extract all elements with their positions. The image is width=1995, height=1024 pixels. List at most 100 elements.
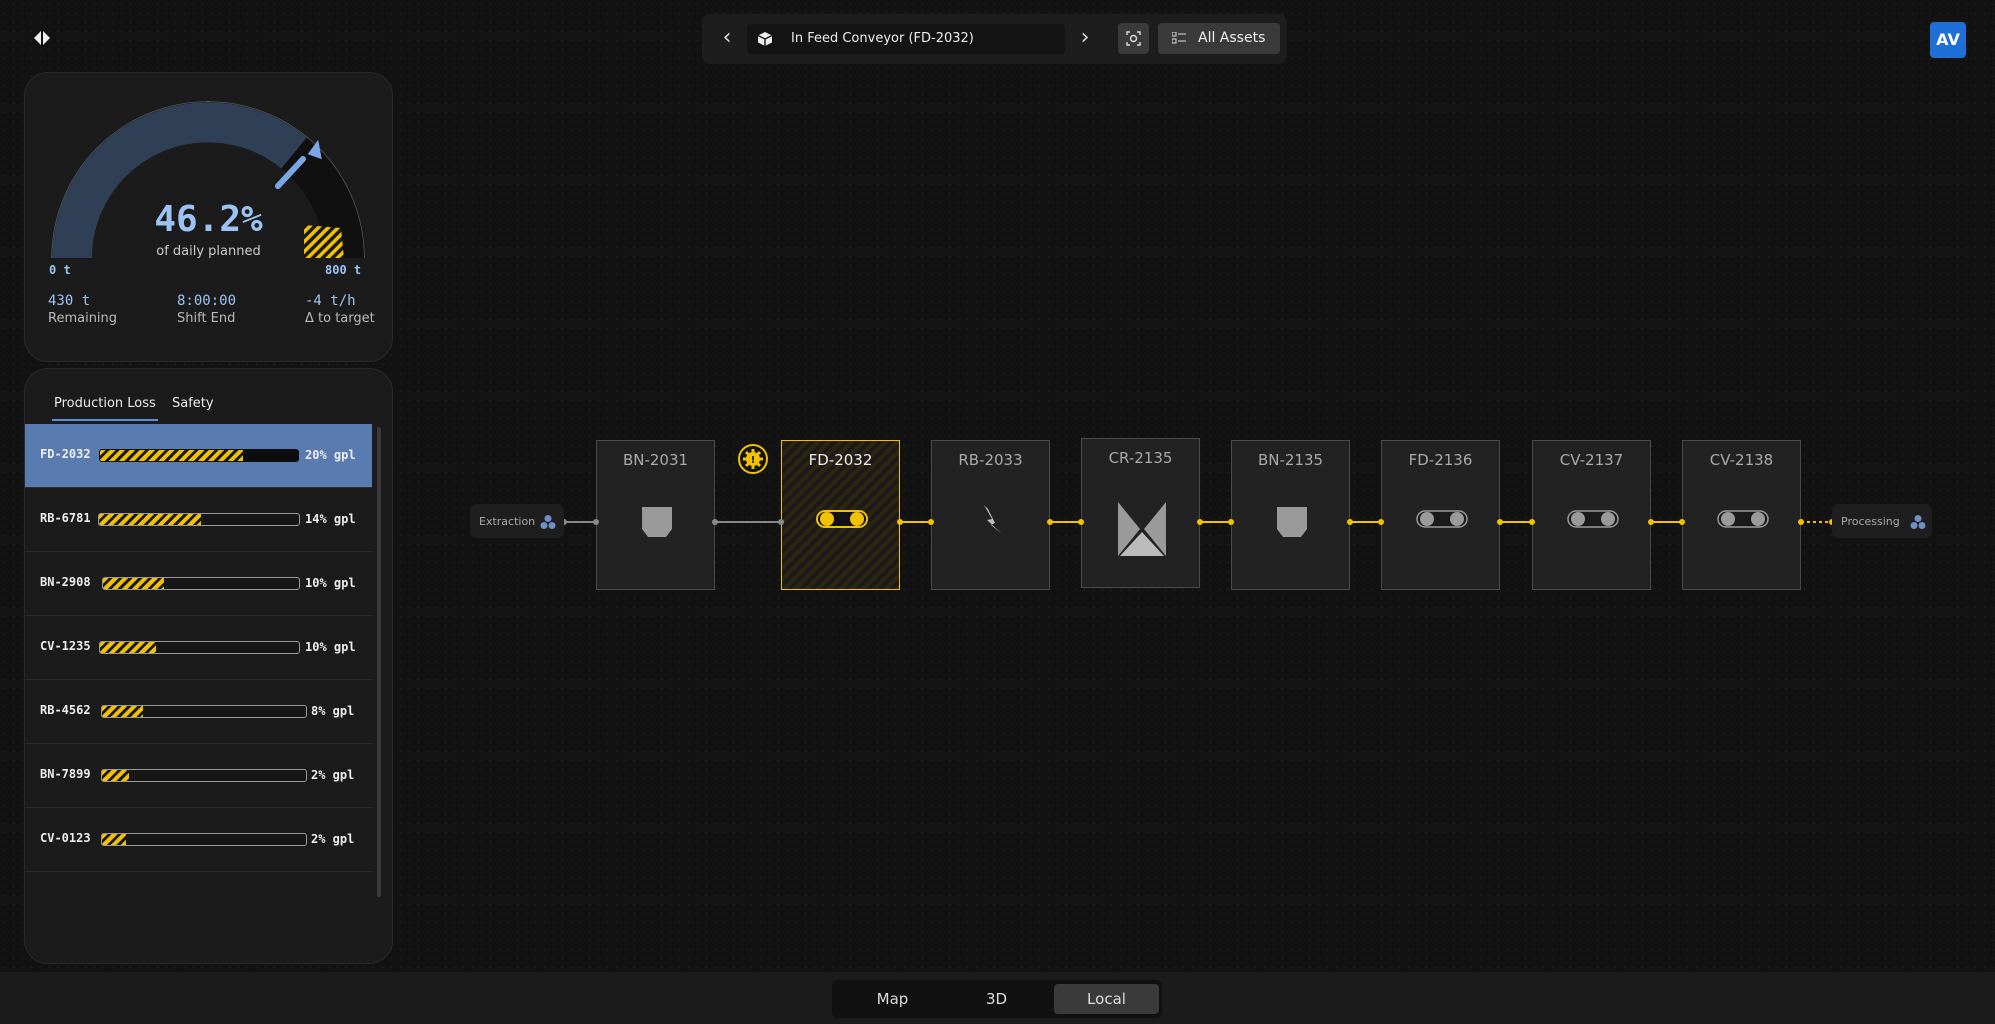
loss-bar xyxy=(98,513,300,526)
loss-bar-fill xyxy=(102,834,127,845)
loss-bar-fill xyxy=(102,770,129,781)
panel-toggle-icon[interactable] xyxy=(30,28,54,52)
gauge-percent: 46.2% xyxy=(154,199,263,240)
loss-row-bn-2908[interactable]: BN-2908 10% gpl xyxy=(25,552,372,616)
loss-row-cv-0123[interactable]: CV-0123 2% gpl xyxy=(25,808,372,872)
list-scrollbar[interactable] xyxy=(377,427,381,897)
stat-remaining: 430 t Remaining xyxy=(48,293,117,326)
loss-row-name: CV-1235 xyxy=(40,639,91,653)
tab-production-loss[interactable]: Production Loss xyxy=(52,396,158,421)
loss-row-rb-6781[interactable]: RB-6781 14% gpl xyxy=(25,488,372,552)
flow-port xyxy=(1228,519,1234,525)
stat-label: Δ to target xyxy=(305,311,375,326)
view-mode-switch: Map 3D Local xyxy=(832,980,1162,1018)
loss-bar-fill xyxy=(100,642,156,653)
sink-label: Processing xyxy=(1841,515,1900,528)
loss-row-value: 8% gpl xyxy=(311,704,355,718)
source-extraction[interactable]: Extraction xyxy=(470,504,564,538)
flow-port xyxy=(1197,519,1203,525)
loss-row-name: RB-4562 xyxy=(40,703,91,717)
loss-bar-fill xyxy=(103,578,164,589)
flow-node-rb-2033[interactable]: RB-2033 xyxy=(931,440,1050,590)
loss-row-value: 2% gpl xyxy=(311,832,355,846)
asset-name: In Feed Conveyor (FD-2032) xyxy=(791,31,974,46)
bin-icon xyxy=(1277,507,1307,537)
flow-port xyxy=(928,519,934,525)
flow-link xyxy=(564,521,596,523)
view-map-button[interactable]: Map xyxy=(840,984,945,1014)
flow-link xyxy=(1500,521,1532,523)
loss-row-fd-2032[interactable]: FD-2032 20% gpl xyxy=(25,424,372,488)
flow-port xyxy=(1798,519,1804,525)
tab-safety[interactable]: Safety xyxy=(170,396,216,419)
view-3d-button[interactable]: 3D xyxy=(944,984,1049,1014)
loss-bar xyxy=(101,705,307,718)
crusher-icon xyxy=(1118,502,1166,556)
focus-view-button[interactable] xyxy=(1118,23,1149,54)
loss-row-cv-1235[interactable]: CV-1235 10% gpl xyxy=(25,616,372,680)
user-avatar[interactable]: AV xyxy=(1930,22,1966,58)
flow-port xyxy=(712,519,718,525)
conveyor-icon xyxy=(816,510,868,528)
stat-value: 430 t xyxy=(48,293,91,309)
flow-port xyxy=(1047,519,1053,525)
flow-node-bn-2135[interactable]: BN-2135 xyxy=(1231,440,1350,590)
loss-row-partial[interactable] xyxy=(25,872,372,894)
stat-value: -4 t/h xyxy=(305,293,356,309)
flow-node-cv-2138[interactable]: CV-2138 xyxy=(1682,440,1801,590)
loss-row-rb-4562[interactable]: RB-4562 8% gpl xyxy=(25,680,372,744)
flow-node-label: FD-2136 xyxy=(1408,451,1473,469)
all-assets-button[interactable]: All Assets xyxy=(1158,23,1280,54)
flow-node-label: BN-2031 xyxy=(622,451,689,469)
cube-icon xyxy=(757,32,773,46)
loss-bar-fill xyxy=(99,514,201,525)
flow-port xyxy=(897,519,903,525)
flow-port xyxy=(1378,519,1384,525)
flow-port xyxy=(1347,519,1353,525)
flow-port xyxy=(1648,519,1654,525)
flow-port xyxy=(778,519,784,525)
production-loss-list: FD-2032 20% gpl RB-6781 14% gpl BN-2908 10% g… xyxy=(25,424,372,894)
loss-row-value: 20% gpl xyxy=(305,448,356,462)
flow-port xyxy=(1529,519,1535,525)
previous-asset-button[interactable]: ‹ xyxy=(712,23,742,55)
flow-node-label: FD-2032 xyxy=(808,451,873,469)
next-asset-button[interactable]: › xyxy=(1070,23,1100,55)
gear-alert-icon[interactable]: ! xyxy=(737,443,769,479)
flow-node-fd-2136[interactable]: FD-2136 xyxy=(1381,440,1500,590)
svg-text:!: ! xyxy=(751,455,756,466)
loss-bar xyxy=(99,449,299,462)
stat-shift-end: 8:00:00 Shift End xyxy=(177,293,236,326)
all-assets-label: All Assets xyxy=(1198,30,1266,46)
flow-link xyxy=(1200,521,1231,523)
loss-row-name: CV-0123 xyxy=(40,831,91,845)
flow-node-label: BN-2135 xyxy=(1257,451,1324,469)
flow-link xyxy=(1651,521,1682,523)
flow-link xyxy=(1350,521,1381,523)
loss-row-bn-7899[interactable]: BN-7899 2% gpl xyxy=(25,744,372,808)
flow-node-cr-2135[interactable]: CR-2135 xyxy=(1081,438,1200,588)
loss-bar-fill xyxy=(100,450,243,461)
sink-processing[interactable]: Processing xyxy=(1832,504,1932,538)
lightning-icon xyxy=(984,505,1002,534)
loss-row-name: FD-2032 xyxy=(40,447,91,461)
loss-row-value: 10% gpl xyxy=(305,640,356,654)
asset-selector[interactable]: In Feed Conveyor (FD-2032) xyxy=(747,24,1065,54)
loss-row-name: BN-2908 xyxy=(40,575,91,589)
flow-node-fd-2032[interactable]: FD-2032 xyxy=(781,440,900,590)
flow-node-cv-2137[interactable]: CV-2137 xyxy=(1532,440,1651,590)
flow-link xyxy=(900,521,931,523)
flow-link xyxy=(1050,521,1081,523)
production-gauge-card: 46.2% of daily planned 0 t 800 t 430 t R… xyxy=(24,72,393,362)
stat-value: 8:00:00 xyxy=(177,293,237,309)
flow-node-bn-2031[interactable]: BN-2031 xyxy=(596,440,715,590)
loss-row-value: 10% gpl xyxy=(305,576,356,590)
gauge-min-label: 0 t xyxy=(49,263,71,277)
loss-bar xyxy=(101,769,307,782)
cluster-icon xyxy=(540,515,556,529)
flow-node-label: CR-2135 xyxy=(1108,449,1173,467)
list-icon xyxy=(1172,32,1186,44)
bin-icon xyxy=(642,507,672,537)
conveyor-icon xyxy=(1567,510,1619,528)
view-local-button[interactable]: Local xyxy=(1054,984,1159,1014)
